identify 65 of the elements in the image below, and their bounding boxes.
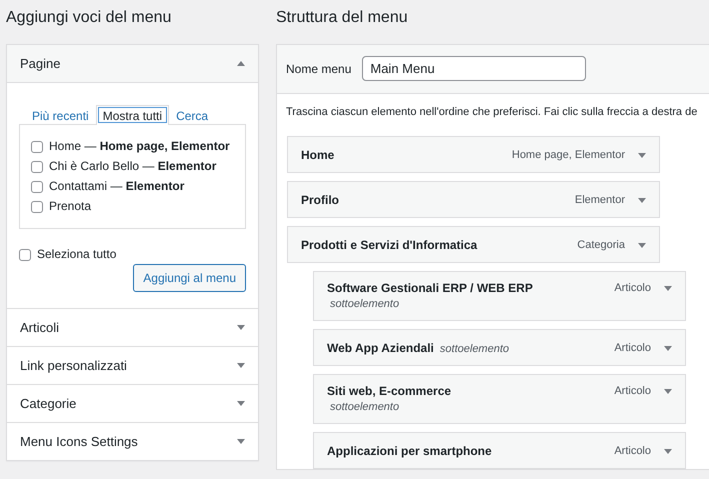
checkbox[interactable] xyxy=(31,160,43,172)
accordion-header[interactable]: Link personalizzati xyxy=(7,346,258,384)
accordion-header[interactable]: Menu Icons Settings xyxy=(7,422,258,460)
item-type: Articolo xyxy=(614,384,651,398)
menu-item[interactable]: Web App Aziendali sottoelemento Articolo xyxy=(313,329,686,366)
accordion-header[interactable]: Pagine xyxy=(7,45,258,83)
checkbox[interactable] xyxy=(31,200,43,212)
tab[interactable]: Cerca xyxy=(169,105,216,125)
expand-arrow-icon[interactable] xyxy=(664,448,672,454)
page-label: Prenota xyxy=(49,199,92,214)
collapse-arrow-icon[interactable] xyxy=(237,61,245,66)
menu-item-title: Home xyxy=(301,148,334,162)
sub-item-label: sottoelemento xyxy=(440,343,510,355)
menu-item[interactable]: Prodotti e Servizi d'Informatica Categoria xyxy=(287,226,660,263)
menu-item-title: Web App Aziendali xyxy=(327,341,434,355)
panel-heading: Struttura del menu xyxy=(276,8,409,28)
page-label: Contattami — Elementor xyxy=(49,179,184,194)
expand-arrow-icon[interactable] xyxy=(237,439,245,444)
sub-item-label: sottoelemento xyxy=(329,401,400,413)
instructions-text: Trascina ciascun elemento nell'ordine che preferisci. Fai clic sulla freccia a destra de xyxy=(285,105,698,120)
tab[interactable]: Più recenti xyxy=(25,105,96,125)
expand-arrow-icon[interactable] xyxy=(664,388,672,394)
page-label: Chi è Carlo Bello — Elementor xyxy=(49,159,216,174)
panel-heading: Aggiungi voci del menu xyxy=(6,8,172,28)
menu-item-title: Profilo xyxy=(301,193,339,207)
menu-item-title: Applicazioni per smartphone xyxy=(327,444,492,458)
menu-item[interactable]: Applicazioni per smartphone Articolo xyxy=(313,432,686,469)
expand-arrow-icon[interactable] xyxy=(664,286,672,290)
menu-item[interactable]: Siti web, E-commerce sottoelemento Articolo xyxy=(313,374,686,424)
expand-arrow-icon[interactable] xyxy=(638,198,646,202)
section-title: Categorie xyxy=(20,396,76,411)
checkbox[interactable] xyxy=(31,180,43,192)
section-title: Pagine xyxy=(20,56,60,71)
expand-arrow-icon[interactable] xyxy=(638,152,646,158)
menu-item-title: Software Gestionali ERP / WEB ERP xyxy=(327,281,533,295)
field-label: Nome menu xyxy=(286,62,352,76)
expand-arrow-icon[interactable] xyxy=(664,346,672,350)
page-label: Home — Home page, Elementor xyxy=(49,139,230,154)
item-type: Home page, Elementor xyxy=(512,148,625,162)
accordion-header[interactable]: Categorie xyxy=(7,384,258,422)
tab[interactable]: Mostra tutti xyxy=(96,105,170,125)
checkbox-label: Seleziona tutto xyxy=(37,247,116,262)
expand-arrow-icon[interactable] xyxy=(237,401,245,406)
section-title: Link personalizzati xyxy=(20,358,127,373)
item-type: Categoria xyxy=(577,238,625,252)
checkbox[interactable] xyxy=(19,248,31,260)
menu-item-title: Siti web, E-commerce xyxy=(327,384,452,398)
menu-item-title: Prodotti e Servizi d'Informatica xyxy=(301,238,478,252)
expand-arrow-icon[interactable] xyxy=(638,242,646,248)
item-type: Articolo xyxy=(614,341,651,355)
menu-item[interactable]: Home Home page, Elementor xyxy=(287,136,660,173)
expand-arrow-icon[interactable] xyxy=(237,325,245,330)
item-type: Articolo xyxy=(614,444,651,458)
item-type: Articolo xyxy=(614,281,651,295)
checkbox[interactable] xyxy=(31,140,43,152)
menu-item[interactable]: Software Gestionali ERP / WEB ERP sottoelemento Articolo xyxy=(313,271,686,321)
expand-arrow-icon[interactable] xyxy=(237,363,245,368)
add-to-menu-button[interactable]: Aggiungi al menu xyxy=(133,264,246,292)
sub-item-label: sottoelemento xyxy=(329,298,400,310)
menu-name-field[interactable]: Main Menu xyxy=(362,56,586,81)
section-title: Articoli xyxy=(20,320,60,335)
accordion-header[interactable]: Articoli xyxy=(7,308,258,346)
section-title: Menu Icons Settings xyxy=(20,434,138,449)
item-type: Elementor xyxy=(574,193,625,207)
menu-item[interactable]: Profilo Elementor xyxy=(287,181,660,218)
